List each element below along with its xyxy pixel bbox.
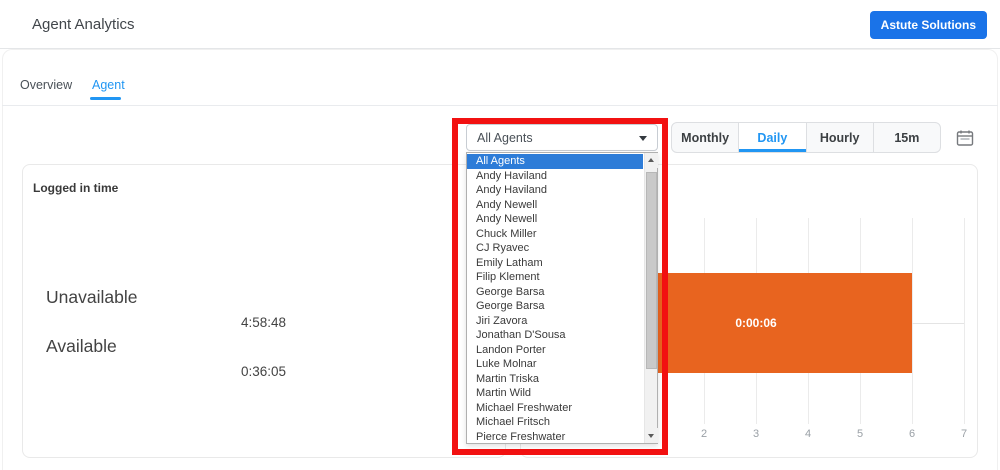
- agent-option[interactable]: Michael Fritsch: [467, 415, 643, 430]
- agent-option[interactable]: Andy Haviland: [467, 169, 643, 184]
- agent-option[interactable]: Martin Wild: [467, 386, 643, 401]
- calendar-icon[interactable]: [955, 129, 975, 149]
- axis-split-line: [912, 323, 964, 324]
- x-axis-tick: 5: [849, 428, 871, 440]
- agent-option[interactable]: Michael Freshwater: [467, 401, 643, 416]
- agent-option[interactable]: George Barsa: [467, 285, 643, 300]
- x-axis-tick: 4: [797, 428, 819, 440]
- scrollbar-thumb[interactable]: [646, 172, 657, 369]
- x-axis-tick: 2: [693, 428, 715, 440]
- period-daily-button[interactable]: Daily: [739, 123, 806, 152]
- card-title: Logged in time: [33, 181, 118, 195]
- agent-option[interactable]: Andy Haviland: [467, 183, 643, 198]
- agent-option[interactable]: Pierce Freshwater: [467, 430, 643, 445]
- scroll-down-icon[interactable]: [645, 428, 658, 443]
- agent-filter-select[interactable]: All Agents: [466, 124, 658, 151]
- pie-slice-label: Unavailable: [46, 287, 137, 308]
- agent-option[interactable]: Filip Klement: [467, 270, 643, 285]
- tabbar-divider: [2, 105, 998, 106]
- astute-solutions-button[interactable]: Astute Solutions: [870, 11, 987, 39]
- x-axis-tick: 6: [901, 428, 923, 440]
- logged-in-time-card: Logged in time Unavailable 4:58:48 Avail…: [22, 164, 506, 458]
- scroll-up-icon[interactable]: [645, 153, 658, 168]
- pie-slice-value: 0:36:05: [241, 364, 286, 379]
- period-button-group: Monthly Daily Hourly 15m: [671, 122, 941, 153]
- agent-analytics-page: Agent Analytics Astute Solutions Overvie…: [0, 0, 1000, 470]
- x-axis-tick: 7: [953, 428, 975, 440]
- agent-filter-listbox: All Agents Andy Haviland Andy Haviland A…: [466, 152, 658, 444]
- gridline: [964, 218, 965, 424]
- page-title: Agent Analytics: [32, 16, 135, 33]
- x-axis-tick: 3: [745, 428, 767, 440]
- bar-value-label: 0:00:06: [735, 316, 776, 330]
- agent-option[interactable]: Landon Porter: [467, 343, 643, 358]
- pie-slice-value: 4:58:48: [241, 315, 286, 330]
- agent-option-list: All Agents Andy Haviland Andy Haviland A…: [467, 154, 643, 444]
- period-monthly-button[interactable]: Monthly: [672, 123, 739, 152]
- tab-agent[interactable]: Agent: [92, 78, 125, 92]
- listbox-scrollbar[interactable]: [644, 153, 657, 443]
- agent-option[interactable]: All Agents: [467, 154, 643, 169]
- tab-overview[interactable]: Overview: [20, 78, 72, 92]
- agent-option[interactable]: Martin Triska: [467, 372, 643, 387]
- agent-option[interactable]: Emily Latham: [467, 256, 643, 271]
- caret-down-icon: [639, 136, 647, 141]
- agent-option[interactable]: Jiri Zavora: [467, 314, 643, 329]
- agent-option[interactable]: Andy Newell: [467, 212, 643, 227]
- agent-option[interactable]: George Barsa: [467, 299, 643, 314]
- agent-option[interactable]: Chuck Miller: [467, 227, 643, 242]
- pie-slice-label: Available: [46, 336, 117, 357]
- agent-option[interactable]: Luke Molnar: [467, 357, 643, 372]
- agent-option[interactable]: CJ Ryavec: [467, 241, 643, 256]
- period-hourly-button[interactable]: Hourly: [807, 123, 874, 152]
- agent-option[interactable]: Andy Newell: [467, 198, 643, 213]
- active-tab-underline: [90, 97, 121, 100]
- gridline: [912, 218, 913, 424]
- agent-filter-selected-value: All Agents: [477, 131, 533, 145]
- agent-option[interactable]: Jonathan D'Sousa: [467, 328, 643, 343]
- period-15m-button[interactable]: 15m: [874, 123, 940, 152]
